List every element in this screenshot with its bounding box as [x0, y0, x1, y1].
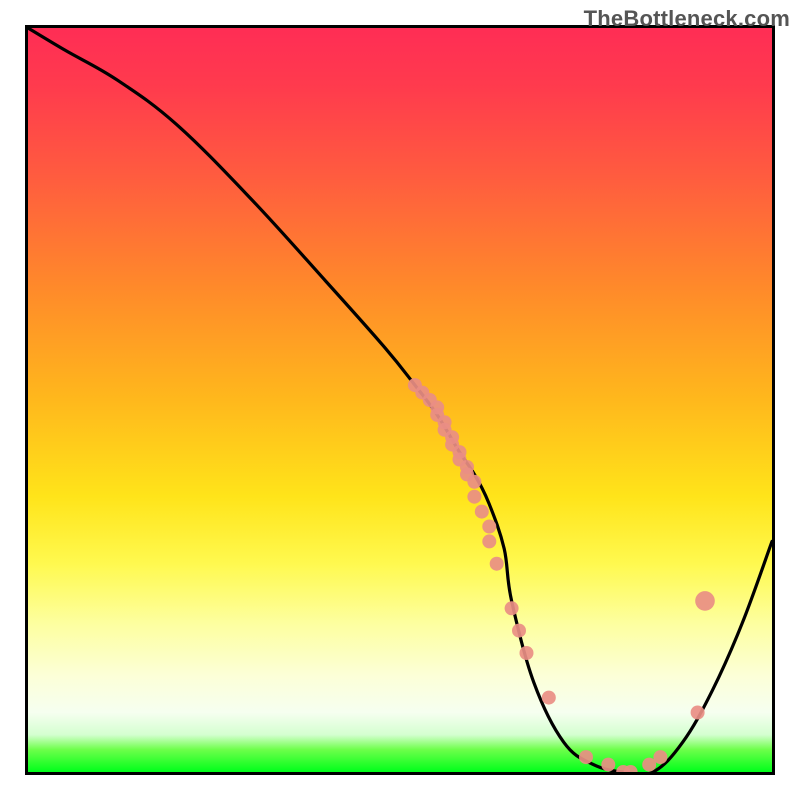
scatter-point: [579, 750, 593, 764]
scatter-point: [691, 706, 705, 720]
scatter-point: [467, 475, 481, 489]
scatter-point: [490, 557, 504, 571]
scatter-point: [520, 646, 534, 660]
scatter-point: [482, 520, 496, 534]
scatter-points: [408, 378, 715, 772]
curve-layer: [28, 28, 772, 772]
scatter-point: [695, 591, 715, 611]
scatter-point: [475, 505, 489, 519]
chart-container: TheBottleneck.com: [0, 0, 800, 800]
watermark-text: TheBottleneck.com: [584, 6, 790, 32]
plot-area: [25, 25, 775, 775]
bottleneck-curve: [28, 28, 772, 772]
scatter-point: [601, 758, 615, 772]
scatter-point: [512, 624, 526, 638]
scatter-point: [653, 750, 667, 764]
scatter-point: [542, 691, 556, 705]
scatter-point: [467, 490, 481, 504]
scatter-point: [482, 534, 496, 548]
scatter-point: [505, 601, 519, 615]
